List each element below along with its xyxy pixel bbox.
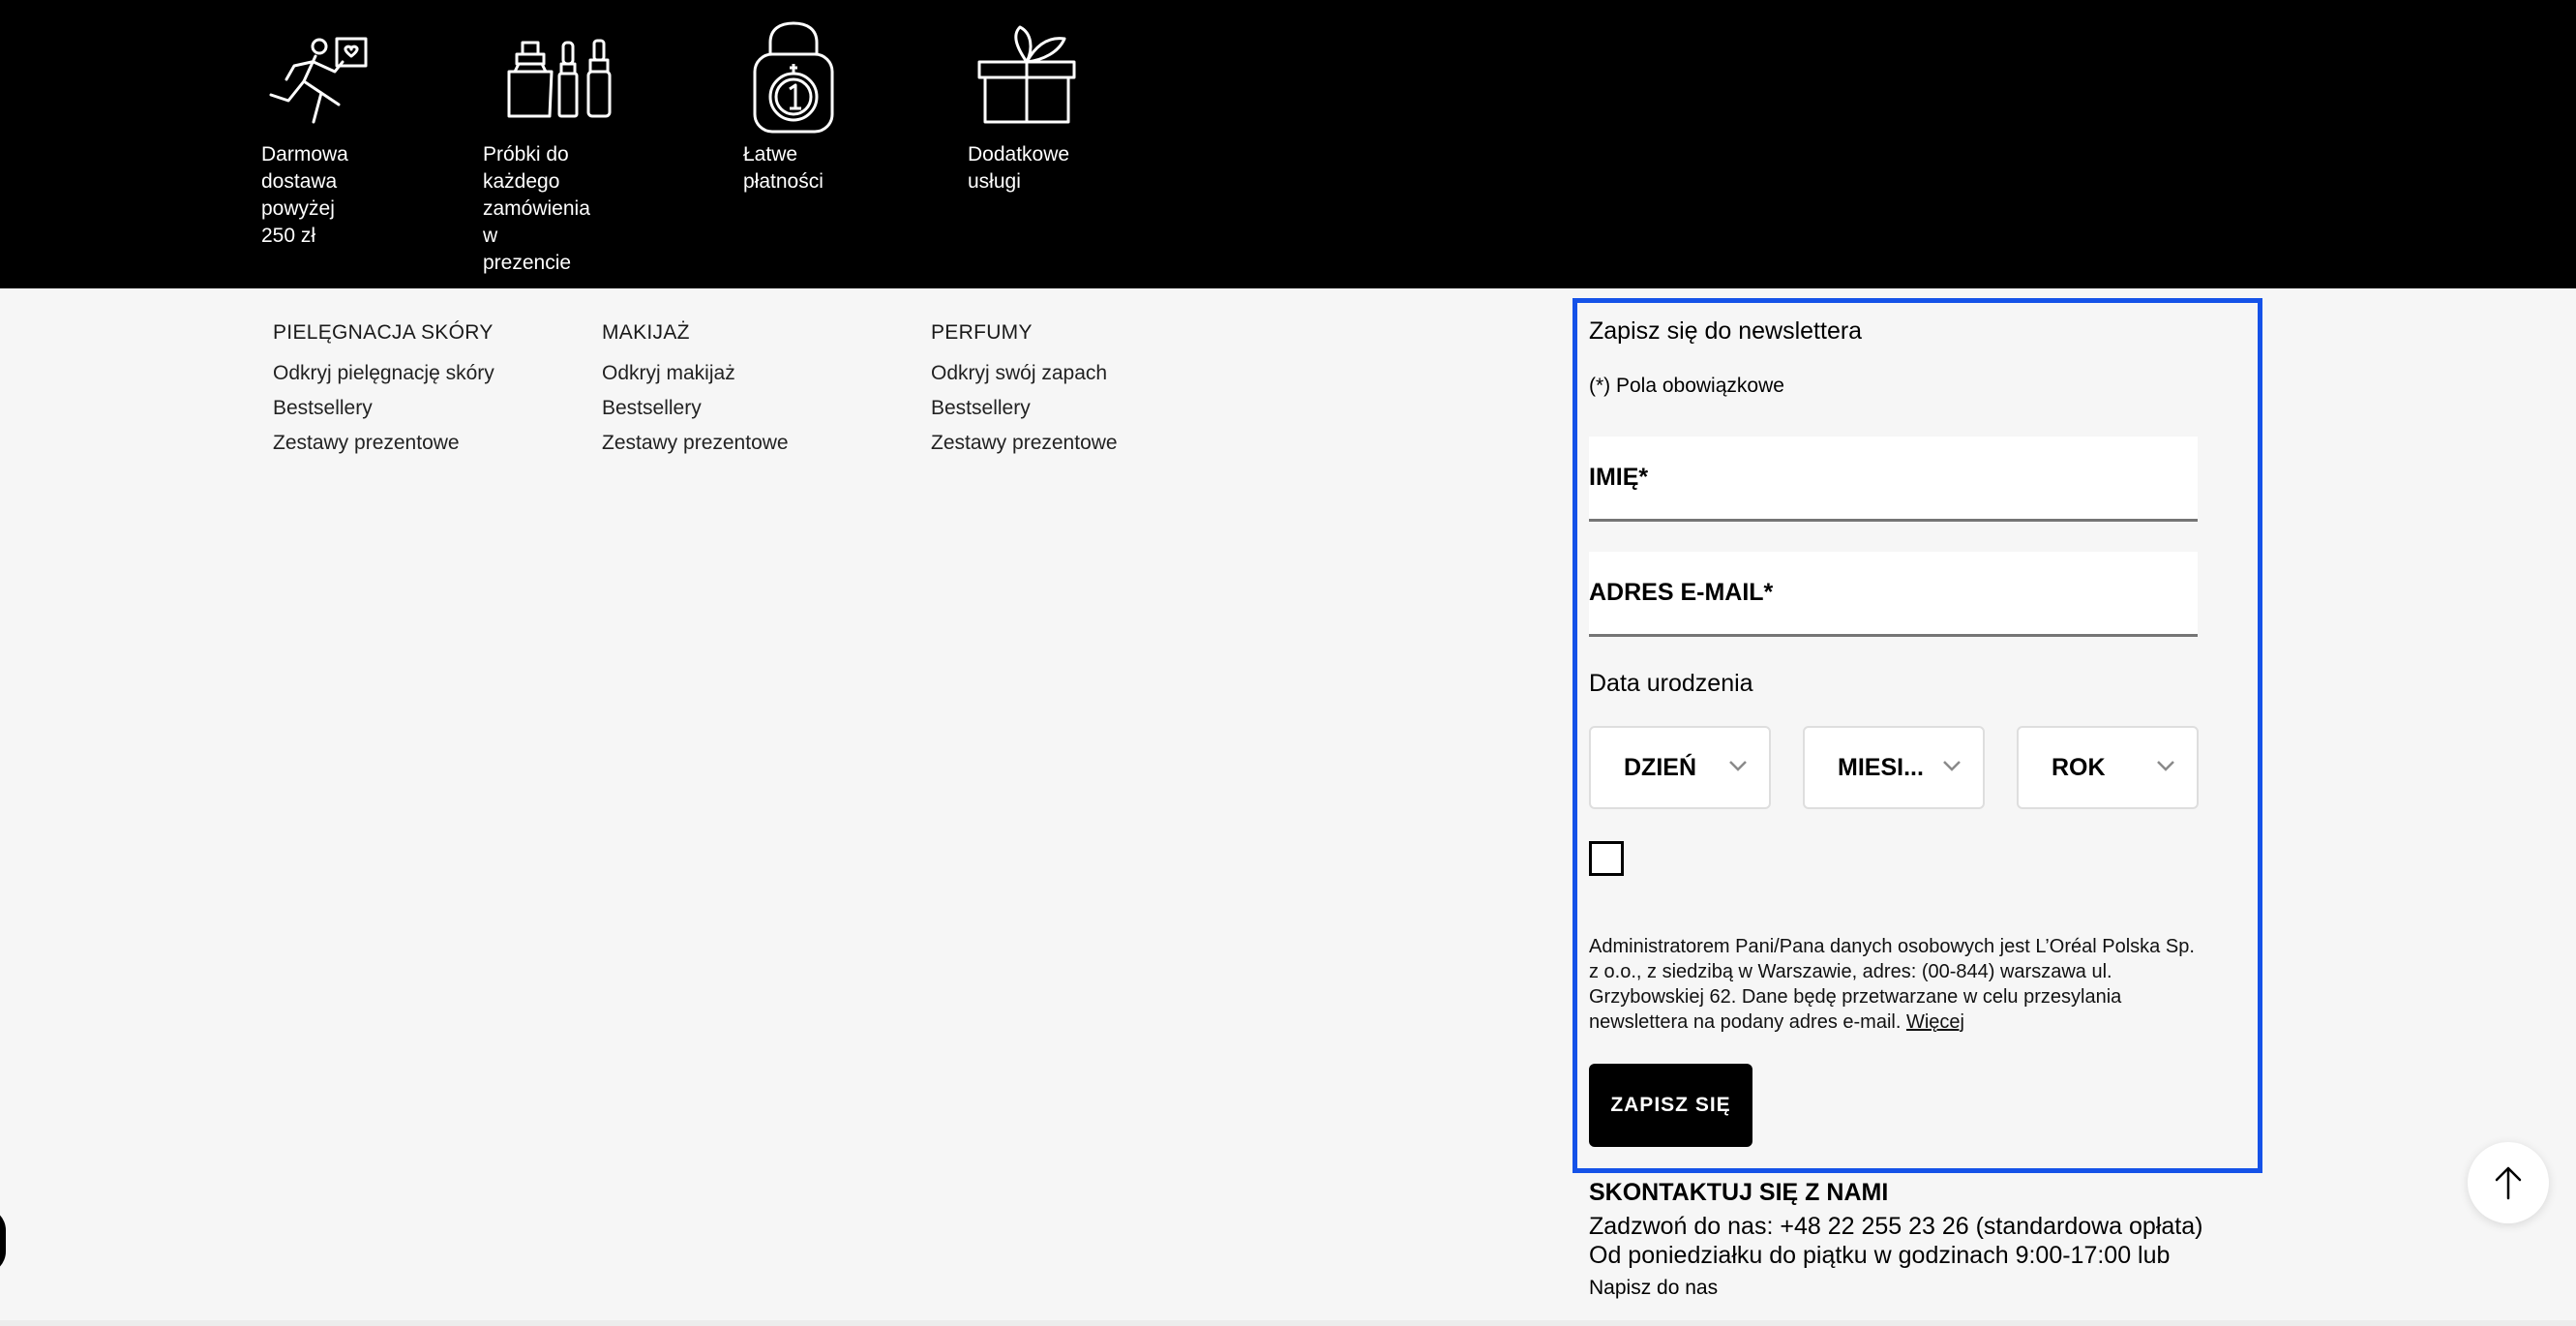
- footer-link[interactable]: Zestawy prezentowe: [602, 426, 789, 461]
- required-fields-note: (*) Pola obowiązkowe: [1589, 375, 1784, 397]
- chevron-down-icon: [2157, 761, 2174, 771]
- contact-phone: Zadzwoń do nas: +48 22 255 23 26 (standa…: [1589, 1213, 2203, 1240]
- write-to-us-link[interactable]: Napisz do nas: [1589, 1275, 1718, 1302]
- contact-hours: Od poniedziałku do piątku w godzinach 9:…: [1589, 1242, 2171, 1269]
- footer-link[interactable]: Zestawy prezentowe: [273, 426, 494, 461]
- services-banner: Darmowa dostawa powyżej 250 zł Próbki do…: [0, 0, 2576, 288]
- footer-link[interactable]: Zestawy prezentowe: [931, 426, 1118, 461]
- month-select-value: MIESI...: [1838, 754, 1924, 781]
- subscribe-button[interactable]: ZAPISZ SIĘ: [1589, 1064, 1752, 1147]
- footer-column-perfume: PERFUMY Odkryj swój zapach Bestsellery Z…: [931, 319, 1118, 461]
- footer-link[interactable]: Bestsellery: [602, 391, 789, 426]
- chevron-down-icon: [1943, 761, 1961, 771]
- more-info-link[interactable]: Więcej: [1906, 1011, 1964, 1033]
- column-heading: MAKIJAŻ: [602, 321, 690, 344]
- footer-link[interactable]: Odkryj makijaż: [602, 356, 789, 391]
- chat-widget-button[interactable]: [0, 1208, 6, 1274]
- delivery-runner-icon: [269, 37, 368, 124]
- day-select[interactable]: DZIEŃ: [1589, 726, 1771, 809]
- footer-link[interactable]: Bestsellery: [273, 391, 494, 426]
- scroll-to-top-button[interactable]: [2468, 1142, 2549, 1223]
- chevron-down-icon: [1729, 761, 1747, 771]
- consent-checkbox[interactable]: [1589, 841, 1624, 876]
- footer-link[interactable]: Odkryj pielęgnację skóry: [273, 356, 494, 391]
- column-heading: PIELĘGNACJA SKÓRY: [273, 321, 494, 344]
- arrow-up-icon: [2495, 1166, 2522, 1200]
- year-select-value: ROK: [2052, 754, 2106, 781]
- footer-column-skincare: PIELĘGNACJA SKÓRY Odkryj pielęgnację skó…: [273, 319, 494, 461]
- gift-box-icon: [977, 25, 1076, 124]
- cosmetics-samples-icon: [507, 39, 612, 118]
- service-label: Łatwe płatności: [743, 143, 824, 193]
- footer-link[interactable]: Bestsellery: [931, 391, 1118, 426]
- service-label: Dodatkowe usługi: [968, 143, 1070, 193]
- day-select-value: DZIEŃ: [1624, 754, 1696, 781]
- email-field[interactable]: ADRES E-MAIL*: [1589, 552, 2198, 637]
- year-select[interactable]: ROK: [2017, 726, 2199, 809]
- service-label: Próbki do każdego zamówienia w prezencie: [483, 143, 590, 274]
- page-bottom-divider: [0, 1320, 2576, 1326]
- newsletter-title: Zapisz się do newslettera: [1589, 317, 1863, 345]
- birthdate-label: Data urodzenia: [1589, 670, 1753, 697]
- footer-column-makeup: MAKIJAŻ Odkryj makijaż Bestsellery Zesta…: [602, 319, 789, 461]
- service-label: Darmowa dostawa powyżej 250 zł: [261, 143, 348, 247]
- privacy-notice-text: Administratorem Pani/Pana danych osobowy…: [1589, 936, 2195, 1033]
- name-field[interactable]: IMIĘ*: [1589, 437, 2198, 522]
- footer-link[interactable]: Odkryj swój zapach: [931, 356, 1118, 391]
- month-select[interactable]: MIESI...: [1803, 726, 1985, 809]
- column-heading: PERFUMY: [931, 321, 1033, 344]
- secure-payment-lock-icon: [753, 21, 834, 134]
- contact-title: SKONTAKTUJ SIĘ Z NAMI: [1589, 1179, 1889, 1206]
- privacy-notice: Administratorem Pani/Pana danych osobowy…: [1589, 934, 2208, 1035]
